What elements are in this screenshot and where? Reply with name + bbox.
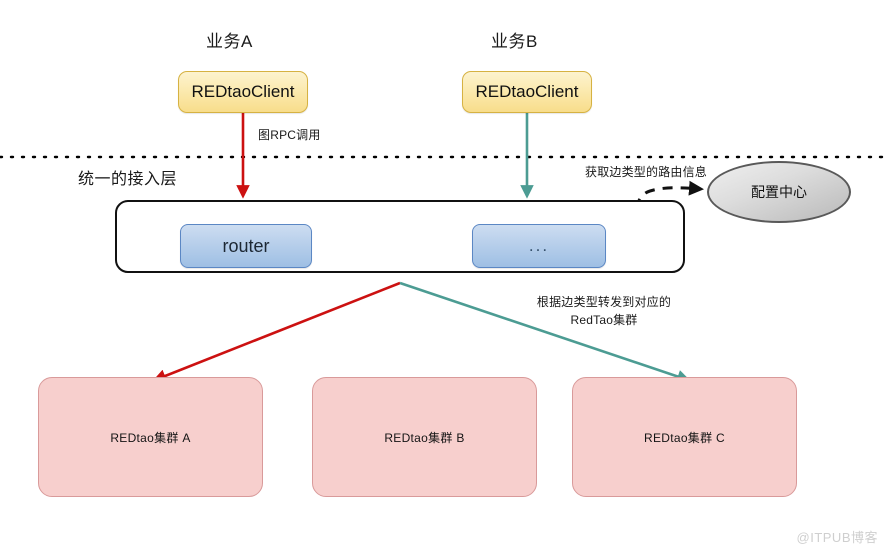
edge-label-rpc-call: 图RPC调用	[258, 128, 321, 142]
redtao-client-b-label: REDtaoClient	[475, 82, 579, 101]
config-center-node[interactable]: 配置中心	[707, 161, 851, 223]
arrow-access-to-cluster-a	[152, 281, 401, 383]
cluster-box-b[interactable]: REDtao集群 B	[312, 377, 537, 497]
redtao-client-a-label: REDtaoClient	[191, 82, 295, 101]
edge-label-forward-line1: 根据边类型转发到对应的	[536, 295, 672, 309]
watermark: @ITPUB博客	[796, 530, 878, 545]
edge-label-fetch-route: 获取边类型的路由信息	[585, 165, 708, 179]
router-node-label: router	[222, 235, 270, 256]
cluster-label-c: REDtao集群 C	[643, 430, 726, 445]
router-overflow-node-box[interactable]: ...	[472, 224, 606, 268]
redtao-client-a-box[interactable]: REDtaoClient	[178, 71, 308, 113]
router-overflow-node-label: ...	[528, 236, 550, 255]
cluster-label-b: REDtao集群 B	[384, 430, 465, 445]
edge-label-forward-line2: RedTao集群	[570, 313, 638, 327]
cluster-box-a[interactable]: REDtao集群 A	[38, 377, 263, 497]
business-label-b: 业务B	[491, 32, 538, 51]
config-center-label: 配置中心	[751, 184, 807, 200]
business-label-a: 业务A	[206, 32, 253, 51]
cluster-label-a: REDtao集群 A	[110, 430, 191, 445]
diagram-canvas: 业务A 业务B REDtaoClient REDtaoClient 图RPC调用…	[0, 0, 890, 556]
redtao-client-b-box[interactable]: REDtaoClient	[462, 71, 592, 113]
cluster-box-c[interactable]: REDtao集群 C	[572, 377, 797, 497]
access-layer-label: 统一的接入层	[78, 171, 178, 188]
router-node-box[interactable]: router	[180, 224, 312, 268]
